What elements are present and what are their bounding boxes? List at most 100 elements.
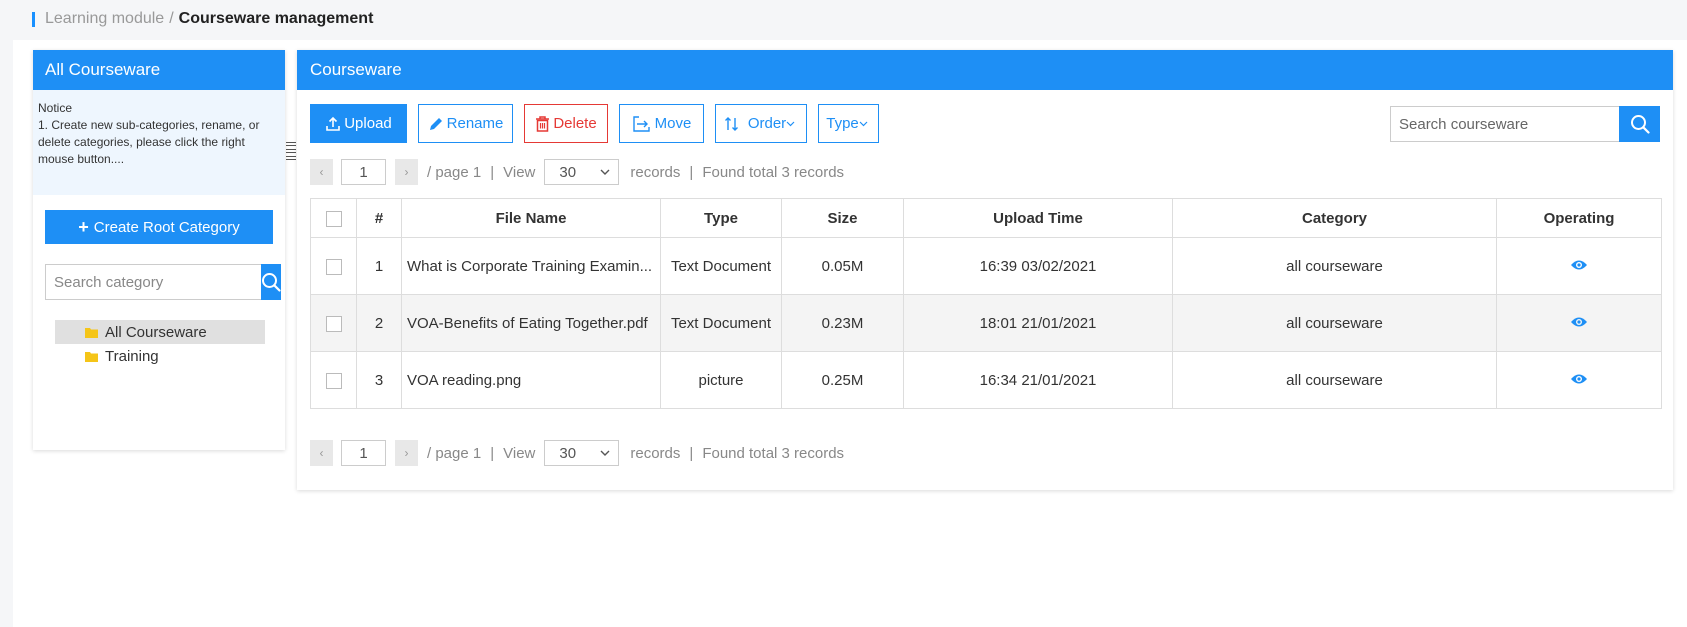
search-icon [1630, 115, 1650, 134]
row-number: 1 [356, 237, 402, 295]
category-tree: All Courseware Training [55, 320, 265, 368]
header-operating: Operating [1496, 198, 1662, 238]
pager-prev-button[interactable]: ‹ [310, 440, 333, 466]
pager-separator: | [689, 163, 694, 181]
header-upload-time[interactable]: Upload Time [903, 198, 1173, 238]
table-header-row: # File Name Type Size Upload Time Catego… [310, 198, 1662, 238]
row-number: 3 [356, 351, 402, 409]
create-root-category-button[interactable]: + Create Root Category [45, 210, 273, 244]
chevron-down-icon [600, 450, 610, 456]
table-row[interactable]: 2 VOA-Benefits of Eating Together.pdf Te… [310, 294, 1662, 352]
delete-label: Delete [553, 115, 597, 132]
delete-button[interactable]: Delete [524, 104, 608, 143]
row-select-cell [310, 237, 357, 295]
row-select-cell [310, 351, 357, 409]
notice-box: Notice 1. Create new sub-categories, ren… [33, 90, 285, 195]
eye-icon[interactable] [1570, 316, 1588, 328]
row-checkbox[interactable] [325, 315, 342, 332]
header-select-all [310, 198, 357, 238]
row-file-name[interactable]: VOA reading.png [401, 351, 661, 409]
move-button[interactable]: Move [619, 104, 704, 143]
courseware-search-button[interactable] [1619, 106, 1660, 142]
pager-separator: | [689, 444, 694, 462]
upload-icon [326, 116, 341, 131]
category-search-input[interactable] [45, 264, 261, 300]
plus-icon: + [78, 216, 89, 237]
row-category: all courseware [1172, 351, 1497, 409]
toolbar: Upload Rename Delete Move Order Type [310, 104, 890, 143]
pager-view-label: View [503, 163, 536, 181]
pager-next-button[interactable]: › [395, 159, 418, 185]
tree-item-training[interactable]: Training [55, 344, 265, 368]
header-category[interactable]: Category [1172, 198, 1497, 238]
pager-bottom: ‹ › / page 1 | View 30 records | Found t… [310, 440, 844, 466]
courseware-panel: Courseware Upload Rename Delete Move Ord… [297, 50, 1673, 490]
row-file-name[interactable]: VOA-Benefits of Eating Together.pdf [401, 294, 661, 352]
chevron-down-icon [859, 121, 868, 126]
table-row[interactable]: 1 What is Corporate Training Examin... T… [310, 237, 1662, 295]
courseware-search-input[interactable] [1390, 106, 1619, 142]
panel-resize-handle[interactable] [286, 142, 296, 160]
row-upload-time: 18:01 21/01/2021 [903, 294, 1173, 352]
breadcrumb: Learning module / Courseware management [32, 8, 373, 30]
per-page-select[interactable]: 30 [544, 440, 620, 466]
pager-page-input[interactable] [341, 159, 386, 185]
row-category: all courseware [1172, 237, 1497, 295]
breadcrumb-parent[interactable]: Learning module [45, 10, 164, 28]
upload-button[interactable]: Upload [310, 104, 407, 143]
move-label: Move [654, 115, 692, 132]
per-page-value: 30 [559, 163, 577, 181]
upload-label: Upload [344, 115, 392, 132]
pager-separator: | [490, 444, 495, 462]
courseware-search [1390, 106, 1660, 142]
pager-records-label: records [630, 444, 681, 462]
row-checkbox[interactable] [325, 258, 342, 275]
tree-item-label: Training [105, 347, 159, 365]
row-category: all courseware [1172, 294, 1497, 352]
chevron-down-icon [786, 121, 795, 126]
row-size: 0.05M [781, 237, 904, 295]
rename-button[interactable]: Rename [418, 104, 513, 143]
sort-icon [724, 116, 738, 131]
folder-icon [85, 327, 98, 338]
eye-icon[interactable] [1570, 373, 1588, 385]
pager-page-input[interactable] [341, 440, 386, 466]
row-operating [1496, 294, 1662, 352]
courseware-table: # File Name Type Size Upload Time Catego… [310, 198, 1662, 409]
pager-prev-button[interactable]: ‹ [310, 159, 333, 185]
row-upload-time: 16:34 21/01/2021 [903, 351, 1173, 409]
type-dropdown[interactable]: Type [818, 104, 879, 143]
row-file-name[interactable]: What is Corporate Training Examin... [401, 237, 661, 295]
create-root-category-label: Create Root Category [93, 218, 240, 236]
table-row[interactable]: 3 VOA reading.png picture 0.25M 16:34 21… [310, 351, 1662, 409]
tree-item-label: All Courseware [105, 323, 207, 341]
notice-title: Notice [38, 101, 73, 115]
row-checkbox[interactable] [325, 372, 342, 389]
type-label: Type [826, 115, 859, 132]
per-page-value: 30 [559, 444, 577, 462]
pager-view-label: View [503, 444, 536, 462]
category-search-button[interactable] [261, 264, 281, 300]
eye-icon[interactable] [1570, 259, 1588, 271]
row-upload-time: 16:39 03/02/2021 [903, 237, 1173, 295]
category-panel: All Courseware Notice 1. Create new sub-… [33, 50, 285, 450]
pager-top: ‹ › / page 1 | View 30 records | Found t… [310, 159, 844, 185]
move-icon [632, 115, 650, 132]
pager-records-label: records [630, 163, 681, 181]
header-size[interactable]: Size [781, 198, 904, 238]
search-icon [262, 273, 281, 292]
pager-next-button[interactable]: › [395, 440, 418, 466]
notice-text: 1. Create new sub-categories, rename, or… [38, 118, 260, 166]
select-all-checkbox[interactable] [325, 210, 342, 227]
pager-found-label: Found total 3 records [702, 444, 845, 462]
order-dropdown[interactable]: Order [715, 104, 807, 143]
breadcrumb-separator: / [169, 10, 174, 27]
trash-icon [536, 115, 550, 132]
tree-item-all-courseware[interactable]: All Courseware [55, 320, 265, 344]
row-operating [1496, 237, 1662, 295]
header-type[interactable]: Type [660, 198, 782, 238]
category-panel-title: All Courseware [33, 50, 285, 90]
order-label: Order [747, 115, 787, 132]
header-file-name[interactable]: File Name [401, 198, 661, 238]
per-page-select[interactable]: 30 [544, 159, 620, 185]
